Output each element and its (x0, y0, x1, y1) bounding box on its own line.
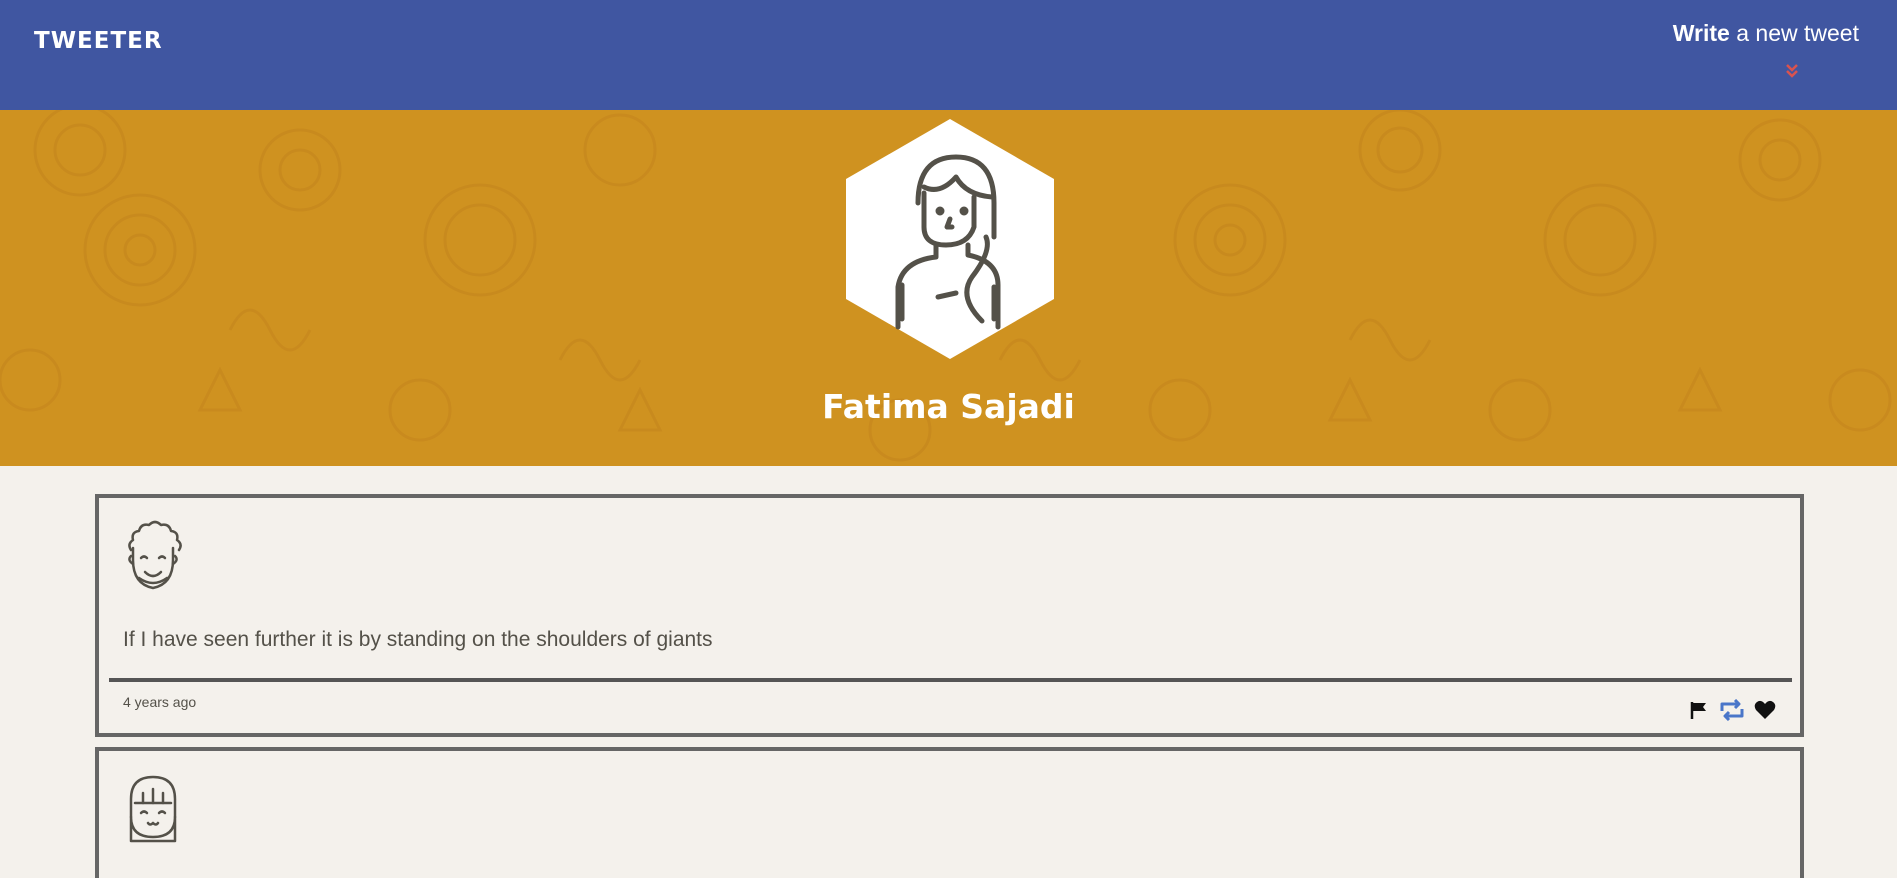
top-nav: TWEETER Write a new tweet (0, 0, 1897, 110)
curly-hair-face-icon (128, 520, 182, 590)
tweet-card (95, 747, 1804, 878)
tweet-divider (109, 678, 1792, 682)
flag-icon[interactable] (1688, 699, 1710, 721)
compose-label: a new tweet (1729, 20, 1859, 46)
tweet-actions (1688, 698, 1776, 722)
compose-bold-label: Write (1672, 20, 1730, 46)
profile-name: Fatima Sajadi (822, 387, 1075, 426)
chevron-double-down-icon[interactable] (1784, 62, 1800, 80)
compose-tweet-button[interactable]: Write a new tweet (1659, 20, 1859, 47)
tweet-card: If I have seen further it is by standing… (95, 494, 1804, 737)
bangs-hair-face-icon (129, 775, 177, 843)
retweet-icon[interactable] (1718, 699, 1746, 721)
profile-header: Fatima Sajadi (0, 110, 1897, 466)
brand-logo[interactable]: TWEETER (34, 28, 163, 54)
heart-icon[interactable] (1754, 699, 1776, 721)
tweet-text: If I have seen further it is by standing… (123, 628, 713, 651)
profile-avatar (846, 119, 1054, 359)
tweet-timestamp: 4 years ago (123, 694, 197, 710)
